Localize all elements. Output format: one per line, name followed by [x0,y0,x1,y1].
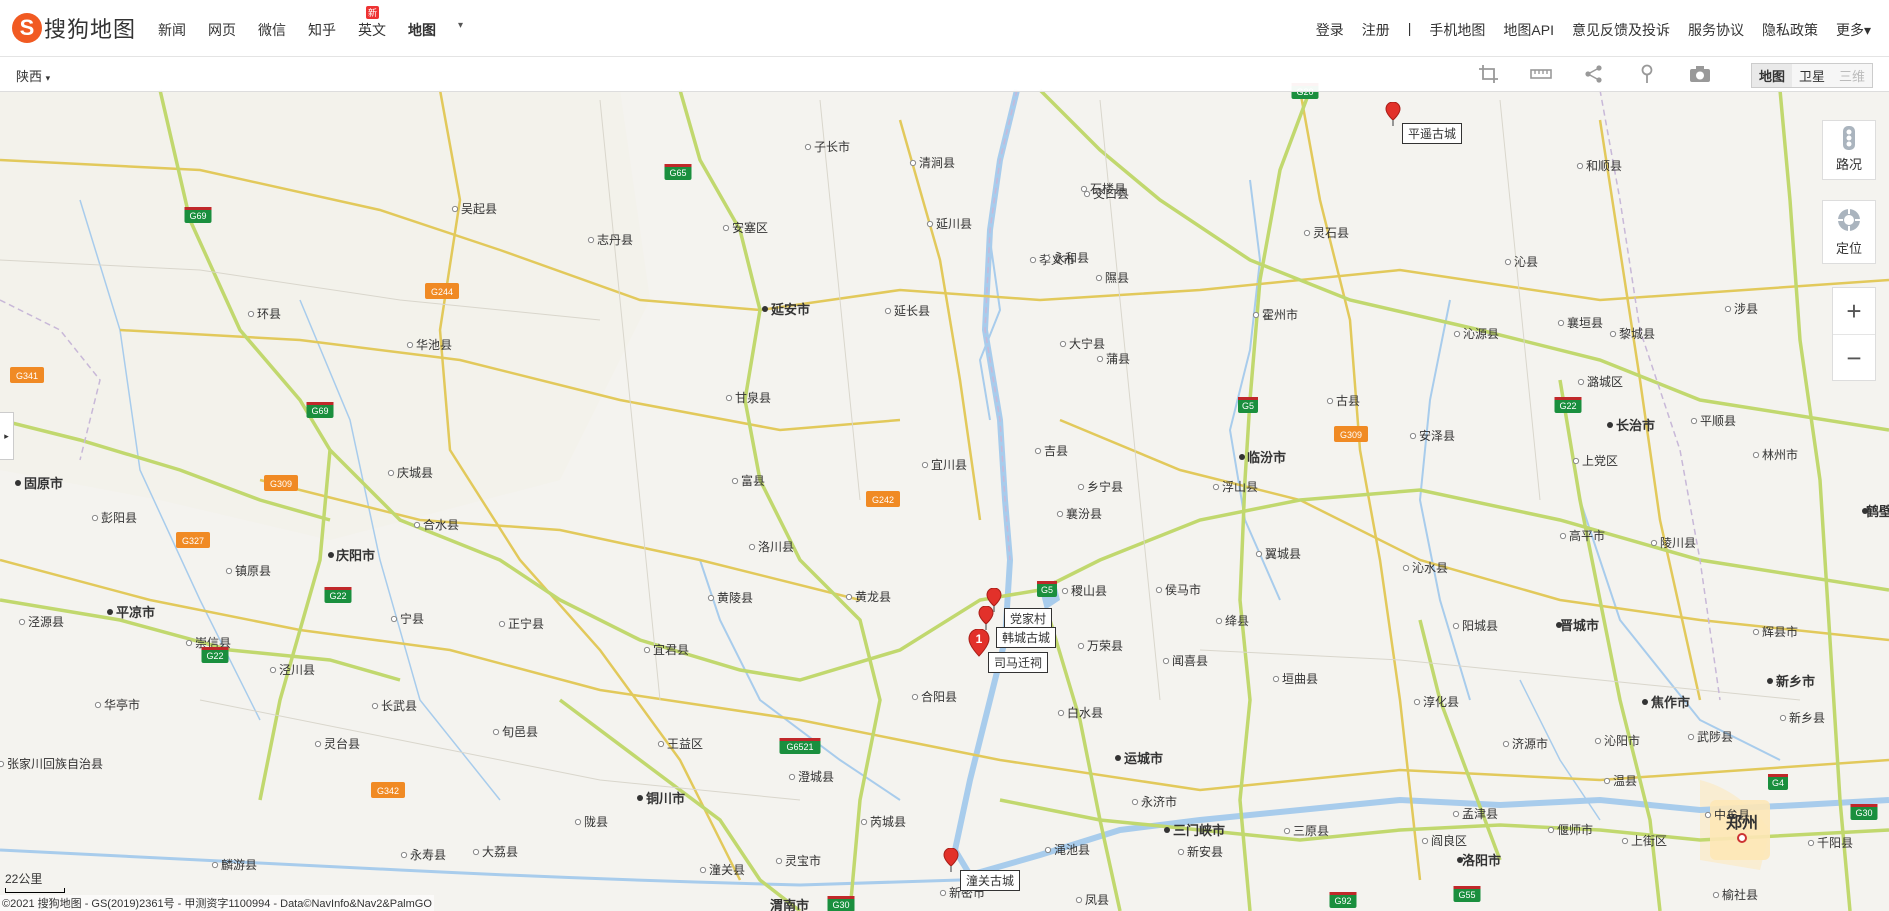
poi-label[interactable]: 潼关古城 [960,870,1021,891]
product-nav: 新闻 网页 微信 知乎 英文 新 地图 ▾ [158,6,485,40]
map-canvas[interactable] [0,0,1889,911]
ruler-icon[interactable] [1530,64,1552,84]
new-badge: 新 [366,6,380,19]
map-pin-icon[interactable] [943,848,959,872]
login-link[interactable]: 登录 [1316,20,1344,40]
map-api-link[interactable]: 地图API [1503,20,1554,40]
map-type-3d[interactable]: 三维 [1832,64,1872,87]
poi-label[interactable]: 平遥古城 [1402,123,1463,144]
nav-divider: | [1407,20,1412,36]
zoom-in-button[interactable]: + [1833,288,1875,335]
province-selector[interactable]: 陕西 ▾ [16,66,50,85]
map-toolbar: 陕西 ▾ 地图 卫星 三维 [0,57,1889,92]
nav-weixin[interactable]: 微信 [258,20,286,40]
share-icon[interactable] [1583,64,1605,84]
sogou-logo[interactable]: S 搜狗地图 [12,12,136,44]
map-pin-icon[interactable] [1385,102,1401,126]
more-products-dropdown-icon[interactable]: ▾ [458,20,463,40]
location-pin-icon[interactable] [1636,64,1658,84]
locate-label: 定位 [1835,241,1862,256]
locate-crosshair-icon [1836,207,1862,233]
traffic-light-icon [1843,126,1855,150]
poi-label[interactable]: 司马迁祠 [988,652,1049,673]
map-pin-icon[interactable] [978,606,994,630]
nav-zhihu[interactable]: 知乎 [308,20,336,40]
top-navigation-bar: S 搜狗地图 新闻 网页 微信 知乎 英文 新 地图 ▾ 登录 注册 | 手机地图… [0,0,1889,57]
poi-label[interactable]: 韩城古城 [996,627,1057,648]
nav-map[interactable]: 地图 [408,20,436,40]
crop-icon[interactable] [1478,64,1500,84]
privacy-policy-link[interactable]: 隐私政策 [1762,20,1818,40]
poi-label[interactable]: 党家村 [1004,608,1053,629]
scale-line [5,888,65,893]
traffic-button[interactable]: 路况 [1822,120,1876,180]
scale-bar: 22公里 [5,870,65,893]
mobile-map-link[interactable]: 手机地图 [1429,20,1485,40]
zoom-out-button[interactable]: − [1833,335,1875,381]
nav-web[interactable]: 网页 [208,20,236,40]
nav-news[interactable]: 新闻 [158,20,186,40]
map-type-satellite[interactable]: 卫星 [1792,64,1832,87]
marker-number: 1 [976,632,983,646]
sogou-logo-icon: S [12,13,42,43]
expand-panel-button[interactable]: ▸ [0,412,14,460]
chevron-down-icon: ▾ [45,73,51,83]
province-label: 陕西 [16,69,43,84]
zoom-control: + − [1832,287,1876,381]
traffic-label: 路况 [1835,157,1862,172]
map-type-switch: 地图 卫星 三维 [1750,63,1873,88]
more-menu[interactable]: 更多▾ [1836,20,1871,40]
logo-text: 搜狗地图 [44,17,137,42]
copyright-text: ©2021 搜狗地图 - GS(2019)2361号 - 甲测资字1100994… [0,895,434,911]
nav-english[interactable]: 英文新 [358,6,386,40]
camera-icon[interactable] [1689,64,1711,84]
nav-english-label: 英文 [358,22,386,38]
scale-label: 22公里 [5,872,43,886]
feedback-link[interactable]: 意见反馈及投诉 [1572,20,1670,40]
register-link[interactable]: 注册 [1362,20,1390,40]
service-agreement-link[interactable]: 服务协议 [1688,20,1744,40]
account-nav: 登录 注册 | 手机地图 地图API 意见反馈及投诉 服务协议 隐私政策 更多▾ [1298,20,1871,40]
locate-button[interactable]: 定位 [1822,200,1876,264]
map-type-standard[interactable]: 地图 [1751,64,1792,87]
